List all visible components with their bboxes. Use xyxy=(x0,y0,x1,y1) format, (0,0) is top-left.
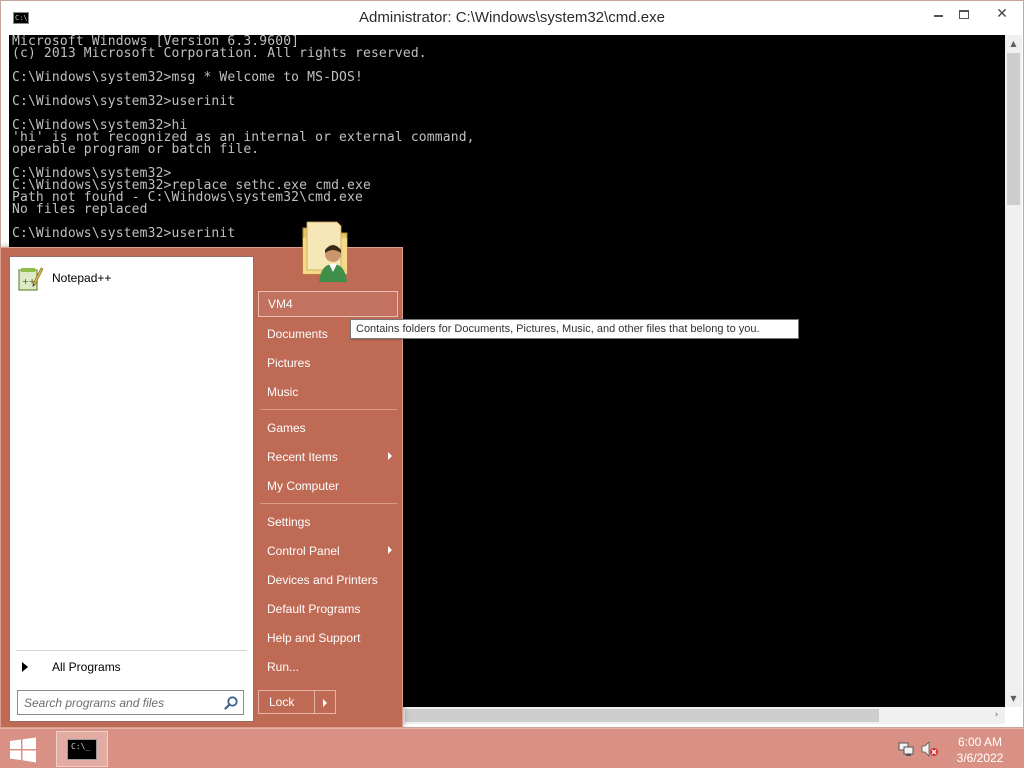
scroll-up-icon[interactable]: ▲ xyxy=(1005,35,1022,52)
menu-item-run[interactable]: Run... xyxy=(258,654,398,680)
system-clock[interactable]: 6:00 AM 3/6/2022 xyxy=(950,734,1010,766)
menu-item-label: Run... xyxy=(267,660,300,674)
menu-item-music[interactable]: Music xyxy=(258,379,398,405)
menu-item-label: My Computer xyxy=(267,479,340,493)
tooltip-text: Contains folders for Documents, Pictures… xyxy=(356,323,760,335)
all-programs-button[interactable]: All Programs xyxy=(18,657,248,677)
menu-item-label: VM4 xyxy=(268,297,293,311)
start-menu-programs-pane: ++ Notepad++ All Programs xyxy=(9,256,254,722)
shutdown-options-button[interactable] xyxy=(315,690,336,714)
all-programs-label: All Programs xyxy=(52,660,121,674)
console-text: Microsoft Windows [Version 6.3.9600] (c)… xyxy=(12,35,475,241)
scroll-right-icon[interactable]: › xyxy=(988,707,1005,724)
vertical-scroll-thumb[interactable] xyxy=(1007,53,1020,205)
volume-muted-icon[interactable] xyxy=(921,741,939,757)
menu-item-label: Devices and Printers xyxy=(267,573,378,587)
menu-item-help-and-support[interactable]: Help and Support xyxy=(258,625,398,651)
window-title: Administrator: C:\Windows\system32\cmd.e… xyxy=(359,9,665,26)
notepad-plus-plus-icon: ++ xyxy=(16,264,44,292)
maximize-button[interactable] xyxy=(947,1,981,27)
maximize-icon xyxy=(959,9,969,19)
menu-item-label: Control Panel xyxy=(267,544,340,558)
menu-item-label: Default Programs xyxy=(267,602,361,616)
submenu-arrow-icon xyxy=(388,546,392,554)
menu-item-label: Pictures xyxy=(267,356,311,370)
arrow-right-icon xyxy=(323,699,327,707)
arrow-right-icon xyxy=(22,662,28,672)
cmd-icon-label: C:\_ xyxy=(71,742,91,751)
search-icon[interactable] xyxy=(223,695,239,711)
submenu-arrow-icon xyxy=(388,452,392,460)
tooltip: Contains folders for Documents, Pictures… xyxy=(350,319,799,339)
scroll-down-icon[interactable]: ▼ xyxy=(1005,690,1022,707)
minimize-icon xyxy=(933,15,943,17)
menu-item-label: Recent Items xyxy=(267,450,338,464)
menu-item-label: Documents xyxy=(267,327,328,341)
user-folder-icon[interactable] xyxy=(297,220,353,284)
menu-item-devices-and-printers[interactable]: Devices and Printers xyxy=(258,567,398,593)
menu-item-games[interactable]: Games xyxy=(258,415,398,441)
close-button[interactable]: ✕ xyxy=(981,1,1023,27)
lock-button-label: Lock xyxy=(269,695,295,709)
pinned-program-notepad-plus-plus[interactable]: ++ Notepad++ xyxy=(14,263,249,293)
search-box[interactable] xyxy=(17,690,244,715)
network-icon[interactable] xyxy=(898,741,914,757)
lock-button[interactable]: Lock xyxy=(258,690,315,714)
menu-item-settings[interactable]: Settings xyxy=(258,509,398,535)
menu-item-label: Help and Support xyxy=(267,631,361,645)
clock-date: 3/6/2022 xyxy=(956,751,1004,765)
title-bar[interactable]: C:\ Administrator: C:\Windows\system32\c… xyxy=(1,1,1023,35)
menu-separator xyxy=(260,503,397,504)
horizontal-scroll-thumb[interactable] xyxy=(405,709,879,722)
windows-logo-icon[interactable] xyxy=(8,737,38,763)
menu-item-recent-items[interactable]: Recent Items xyxy=(258,444,398,470)
close-icon: ✕ xyxy=(996,6,1008,22)
menu-item-label: Music xyxy=(267,385,299,399)
menu-item-label: Settings xyxy=(267,515,311,529)
menu-item-label: Games xyxy=(267,421,306,435)
all-programs-divider xyxy=(16,650,247,651)
menu-item-my-computer[interactable]: My Computer xyxy=(258,473,398,499)
menu-item-vm4[interactable]: VM4 xyxy=(258,291,398,317)
cmd-icon: C:\_ xyxy=(67,739,97,760)
taskbar: C:\_ 6:00 AM 3/6/2022 xyxy=(0,728,1024,768)
vertical-scrollbar[interactable]: ▲ ▼ xyxy=(1005,35,1022,707)
menu-separator xyxy=(260,409,397,410)
menu-item-default-programs[interactable]: Default Programs xyxy=(258,596,398,622)
menu-item-pictures[interactable]: Pictures xyxy=(258,350,398,376)
start-menu: ++ Notepad++ All Programs Search program… xyxy=(0,221,403,728)
menu-item-control-panel[interactable]: Control Panel xyxy=(258,538,398,564)
taskbar-item-cmd[interactable]: C:\_ xyxy=(56,731,108,767)
clock-time: 6:00 AM xyxy=(957,735,1003,749)
pinned-program-label: Notepad++ xyxy=(52,271,112,285)
search-input[interactable] xyxy=(18,691,218,714)
